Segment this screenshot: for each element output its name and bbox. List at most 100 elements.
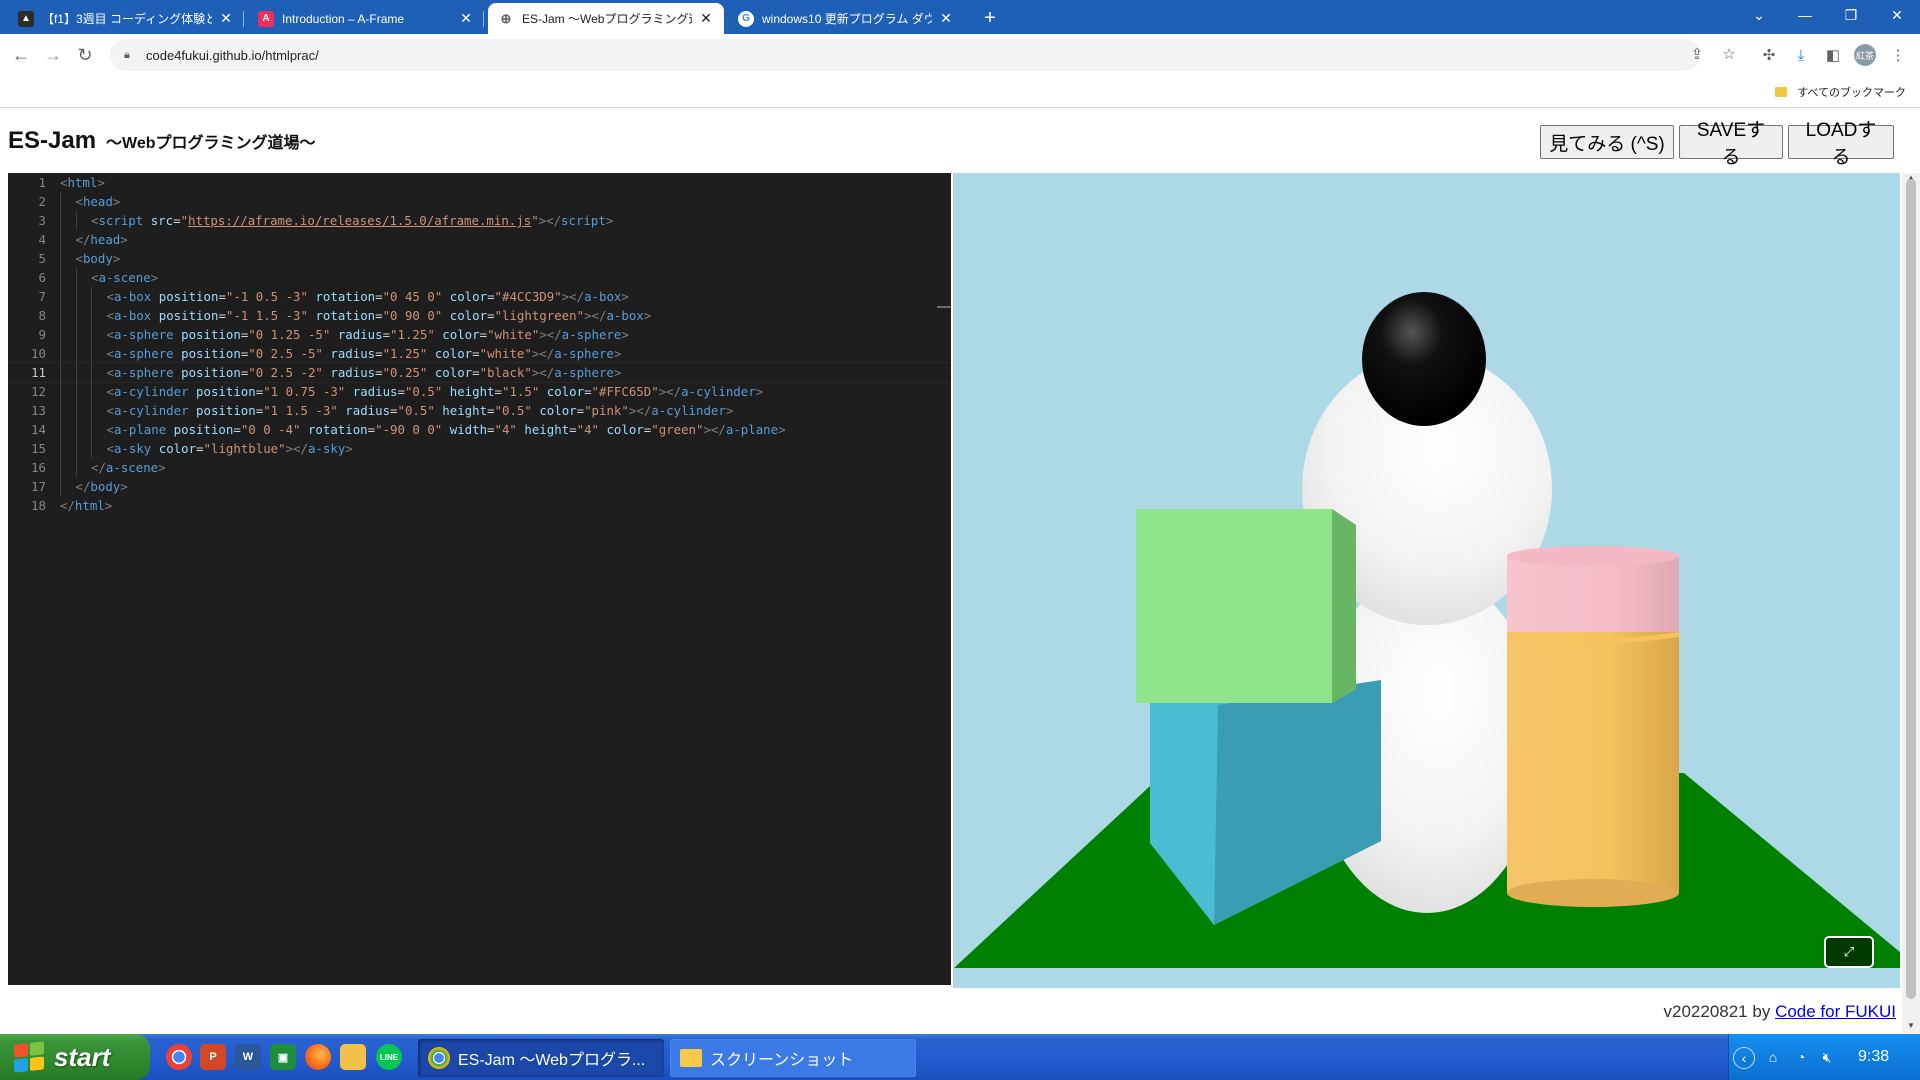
new-tab-button[interactable]: +: [976, 4, 1004, 32]
code-line[interactable]: 13 <a-cylinder position="1 1.5 -3" radius…: [8, 401, 951, 420]
code-token: html: [74, 498, 105, 513]
wifi-icon[interactable]: ◔: [1791, 1047, 1811, 1067]
code-text[interactable]: <a-sky color="lightblue"></a-sky>: [107, 439, 353, 458]
forward-icon[interactable]: →: [40, 42, 66, 68]
code-line[interactable]: 3 <script src="https://aframe.io/releases…: [8, 211, 951, 230]
side-panel-icon[interactable]: ◧: [1821, 43, 1845, 67]
code-text[interactable]: <html>: [60, 173, 105, 192]
close-tab-icon[interactable]: ✕: [698, 10, 714, 27]
browser-tab[interactable]: G windows10 更新プログラム ダウンロード ✕: [728, 3, 964, 34]
code-text[interactable]: <a-box position="-1 0.5 -3" rotation="0 …: [107, 287, 629, 306]
line-number: 12: [31, 384, 46, 399]
taskbar-item-folder[interactable]: スクリーンショット: [670, 1039, 916, 1077]
url-text[interactable]: code4fukui.github.io/htmlprac/: [146, 48, 319, 63]
profile-avatar[interactable]: 紅茶: [1854, 44, 1876, 66]
bookmark-star-icon[interactable]: ☆: [1717, 42, 1741, 66]
scroll-down-icon[interactable]: ▼: [1902, 1021, 1920, 1033]
line-icon[interactable]: LINE: [376, 1044, 402, 1070]
start-button[interactable]: start: [0, 1034, 150, 1080]
fullscreen-icon[interactable]: ⤢: [1824, 936, 1874, 968]
network-icon[interactable]: ⌂: [1763, 1047, 1783, 1067]
page-scrollbar[interactable]: ▲ ▼: [1902, 173, 1920, 1033]
classroom-icon[interactable]: ▣: [270, 1044, 296, 1070]
code-line[interactable]: 12 <a-cylinder position="1 0.75 -3" radiu…: [8, 382, 951, 401]
code-line[interactable]: 8 <a-box position="-1 1.5 -3" rotation="0…: [8, 306, 951, 325]
code-line[interactable]: 2 <head>: [8, 192, 951, 211]
code-token: position: [181, 346, 241, 361]
code-text[interactable]: </head>: [76, 230, 128, 249]
scrollbar-thumb[interactable]: [1906, 179, 1916, 999]
code-line[interactable]: 1 <html>: [8, 173, 951, 192]
code-token: <: [106, 441, 114, 456]
minimize-button[interactable]: —: [1782, 0, 1828, 30]
reload-icon[interactable]: ↻: [72, 42, 98, 68]
code-line[interactable]: 15 <a-sky color="lightblue"></a-sky>: [8, 439, 951, 458]
code-line[interactable]: 14 <a-plane position="0 0 -4" rotation="-…: [8, 420, 951, 439]
code-text[interactable]: <body>: [76, 249, 121, 268]
code-line[interactable]: 6 <a-scene>: [8, 268, 951, 287]
close-tab-icon[interactable]: ✕: [458, 10, 474, 27]
close-tab-icon[interactable]: ✕: [938, 10, 954, 27]
scene-preview[interactable]: [953, 173, 1900, 988]
code-text[interactable]: <head>: [76, 192, 121, 211]
code-text[interactable]: <a-scene>: [91, 268, 158, 287]
code-for-fukui-link[interactable]: Code for FUKUI: [1775, 1002, 1896, 1021]
code-text[interactable]: <a-plane position="0 0 -4" rotation="-90…: [107, 420, 786, 439]
code-line[interactable]: 10 <a-sphere position="0 2.5 -5" radius="…: [8, 344, 951, 363]
code-token: radius: [345, 403, 391, 418]
chrome-icon[interactable]: [166, 1044, 192, 1070]
back-icon[interactable]: ←: [8, 42, 34, 68]
code-token: >: [605, 213, 614, 228]
browser-tab[interactable]: ▲ 【f1】3週目 コーディング体験とVR体験 ✕: [8, 3, 244, 34]
code-line[interactable]: 16 </a-scene>: [8, 458, 951, 477]
address-bar[interactable]: 🔒︎ code4fukui.github.io/htmlprac/: [110, 39, 1700, 71]
code-text[interactable]: <a-sphere position="0 1.25 -5" radius="1…: [107, 325, 629, 344]
all-bookmarks-button[interactable]: すべてのブックマーク: [1775, 82, 1906, 102]
code-text[interactable]: <a-sphere position="0 2.5 -5" radius="1.…: [107, 344, 622, 363]
code-text[interactable]: </html>: [60, 496, 112, 515]
lock-icon[interactable]: 🔒︎: [124, 49, 136, 61]
code-line[interactable]: 11 <a-sphere position="0 2.5 -2" radius="…: [8, 362, 951, 383]
volume-muted-icon[interactable]: 🔇︎: [1817, 1047, 1837, 1067]
code-token: rotation: [307, 422, 368, 437]
code-text[interactable]: <a-cylinder position="1 0.75 -3" radius=…: [107, 382, 764, 401]
code-text[interactable]: <script src="https://aframe.io/releases/…: [91, 211, 613, 230]
code-line[interactable]: 17 </body>: [8, 477, 951, 496]
taskbar-item-chrome[interactable]: ES-Jam 〜Webプログラ...: [418, 1039, 664, 1077]
firefox-icon[interactable]: [305, 1044, 331, 1070]
code-text[interactable]: <a-cylinder position="1 1.5 -3" radius="…: [107, 401, 734, 420]
powerpoint-icon[interactable]: P: [200, 1044, 226, 1070]
share-icon[interactable]: ⇪: [1685, 42, 1709, 66]
close-window-button[interactable]: ✕: [1874, 0, 1920, 30]
code-token: <: [106, 308, 114, 323]
code-line[interactable]: 9 <a-sphere position="0 1.25 -5" radius="…: [8, 325, 951, 344]
code-line[interactable]: 18 </html>: [8, 496, 951, 515]
browser-tab[interactable]: A Introduction – A-Frame ✕: [248, 3, 484, 34]
code-text[interactable]: </body>: [76, 477, 128, 496]
extensions-icon[interactable]: ✣: [1757, 43, 1781, 67]
preview-button[interactable]: 見てみる (^S): [1540, 125, 1674, 159]
download-icon[interactable]: ⤓: [1789, 43, 1813, 67]
save-button[interactable]: SAVEする: [1679, 120, 1783, 168]
code-token: ></: [539, 327, 562, 342]
indent-guide: [91, 344, 92, 363]
code-text[interactable]: </a-scene>: [91, 458, 166, 477]
tab-search-button[interactable]: ⌄: [1736, 0, 1782, 30]
restore-button[interactable]: ❐: [1828, 0, 1874, 30]
code-line[interactable]: 5 <body>: [8, 249, 951, 268]
code-text[interactable]: <a-box position="-1 1.5 -3" rotation="0 …: [107, 306, 652, 325]
word-icon[interactable]: W: [235, 1044, 261, 1070]
more-menu-icon[interactable]: ⋮: [1886, 43, 1910, 67]
line-number: 2: [38, 194, 46, 209]
close-tab-icon[interactable]: ✕: [218, 10, 234, 27]
browser-tab-active[interactable]: ⊕ ES-Jam 〜Webプログラミング道場〜 ✕: [488, 3, 724, 34]
code-token: a-box: [113, 308, 152, 323]
code-token: a-sphere: [554, 346, 614, 361]
code-line[interactable]: 4 </head>: [8, 230, 951, 249]
code-line[interactable]: 7 <a-box position="-1 0.5 -3" rotation="0…: [8, 287, 951, 306]
chevron-left-icon[interactable]: ‹: [1733, 1047, 1755, 1069]
load-button[interactable]: LOADする: [1788, 120, 1894, 168]
explorer-icon[interactable]: [340, 1044, 366, 1070]
code-editor[interactable]: 1 <html> 2 <head> 3 <script src="https://afra…: [8, 173, 951, 985]
code-text[interactable]: <a-sphere position="0 2.5 -2" radius="0.…: [107, 363, 622, 382]
